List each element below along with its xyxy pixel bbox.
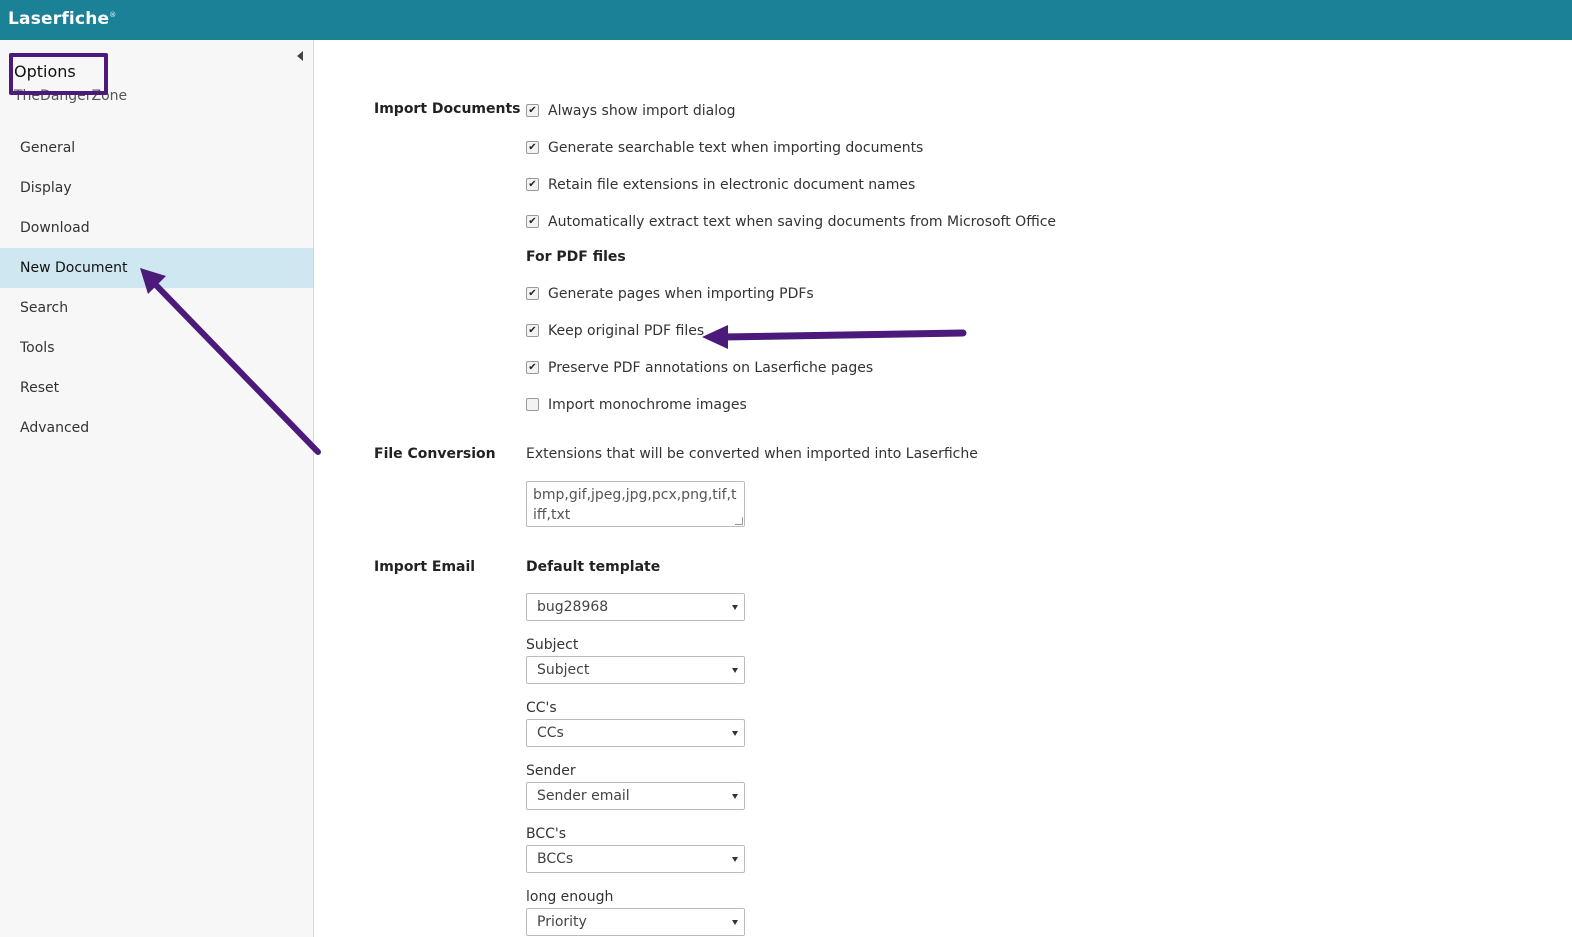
checkbox[interactable]: ✔ [526,286,539,300]
file-conversion-label: File Conversion [374,446,496,462]
options-nav: General Display Download New Document Se… [0,128,313,448]
checkbox[interactable]: ✔ [526,177,539,191]
options-content: Import Documents ✔ Always show import dia… [314,40,1572,937]
option-keep-original-pdf[interactable]: ✔ Keep original PDF files [526,323,704,339]
option-label: Automatically extract text when saving d… [548,214,1057,230]
checkbox[interactable]: ✔ [526,214,539,228]
resize-grip-icon[interactable] [735,517,743,525]
option-retain-file-extensions[interactable]: ✔ Retain file extensions in electronic do… [526,177,915,193]
sender-field-label: Sender [526,763,576,779]
option-label: Always show import dialog [548,103,736,119]
nav-item-search[interactable]: Search [0,288,313,328]
select-value: bug28968 [537,599,609,615]
checkbox[interactable]: ✔ [526,360,539,374]
option-label: Generate searchable text when importing … [548,140,924,156]
option-auto-extract-text-office[interactable]: ✔ Automatically extract text when saving … [526,214,1056,230]
subject-select[interactable]: Subject [526,656,745,684]
trademark-mark: ® [109,11,117,19]
chevron-down-icon [732,920,738,925]
bcc-field-label: BCC's [526,826,567,842]
import-email-label: Import Email [374,559,476,575]
app-name: Laserfiche [8,9,110,29]
option-label: Preserve PDF annotations on Laserfiche p… [548,360,874,376]
nav-item-advanced[interactable]: Advanced [0,408,313,448]
priority-select[interactable]: Priority [526,908,745,936]
file-conversion-description: Extensions that will be converted when i… [526,446,978,462]
select-value: Sender email [537,788,630,804]
checkbox[interactable]: ✔ [526,140,539,154]
checkbox[interactable] [526,397,539,411]
default-template-heading: Default template [526,559,661,575]
nav-item-tools[interactable]: Tools [0,328,313,368]
options-title: Options [14,62,76,81]
top-bar: Laserfiche® [0,0,1572,40]
priority-field-label: long enough [526,889,614,905]
option-import-monochrome[interactable]: Import monochrome images [526,397,747,413]
nav-item-download[interactable]: Download [0,208,313,248]
select-value: Priority [537,914,587,930]
option-label: Keep original PDF files [548,323,705,339]
sender-select[interactable]: Sender email [526,782,745,810]
chevron-down-icon [732,857,738,862]
chevron-down-icon [732,668,738,673]
nav-item-reset[interactable]: Reset [0,368,313,408]
nav-item-display[interactable]: Display [0,168,313,208]
extensions-value: bmp,gif,jpeg,jpg,pcx,png,tif,tiff,txt [533,487,737,523]
chevron-down-icon [732,731,738,736]
nav-item-general[interactable]: General [0,128,313,168]
option-preserve-pdf-annotations[interactable]: ✔ Preserve PDF annotations on Laserfiche … [526,360,873,376]
select-value: CCs [537,725,564,741]
option-always-show-import-dialog[interactable]: ✔ Always show import dialog [526,103,736,119]
select-value: Subject [537,662,590,678]
bcc-select[interactable]: BCCs [526,845,745,873]
chevron-down-icon [732,794,738,799]
option-label: Retain file extensions in electronic doc… [548,177,916,193]
nav-item-new-document[interactable]: New Document [0,248,313,288]
laserfiche-logo[interactable]: Laserfiche® [8,9,116,29]
option-label: Import monochrome images [548,397,747,413]
select-value: BCCs [537,851,574,867]
collapse-sidebar-icon[interactable] [297,51,303,61]
pdf-files-heading: For PDF files [526,249,626,265]
cc-select[interactable]: CCs [526,719,745,747]
import-documents-label: Import Documents [374,101,521,117]
option-label: Generate pages when importing PDFs [548,286,814,302]
default-template-select[interactable]: bug28968 [526,593,745,621]
extensions-textarea[interactable]: bmp,gif,jpeg,jpg,pcx,png,tif,tiff,txt [526,481,745,527]
checkbox[interactable]: ✔ [526,323,539,337]
subject-field-label: Subject [526,637,579,653]
option-generate-searchable-text[interactable]: ✔ Generate searchable text when importing… [526,140,923,156]
cc-field-label: CC's [526,700,557,716]
chevron-down-icon [732,605,738,610]
checkbox[interactable]: ✔ [526,103,539,117]
repository-name: TheDangerZone [14,88,128,104]
option-generate-pages-pdfs[interactable]: ✔ Generate pages when importing PDFs [526,286,814,302]
